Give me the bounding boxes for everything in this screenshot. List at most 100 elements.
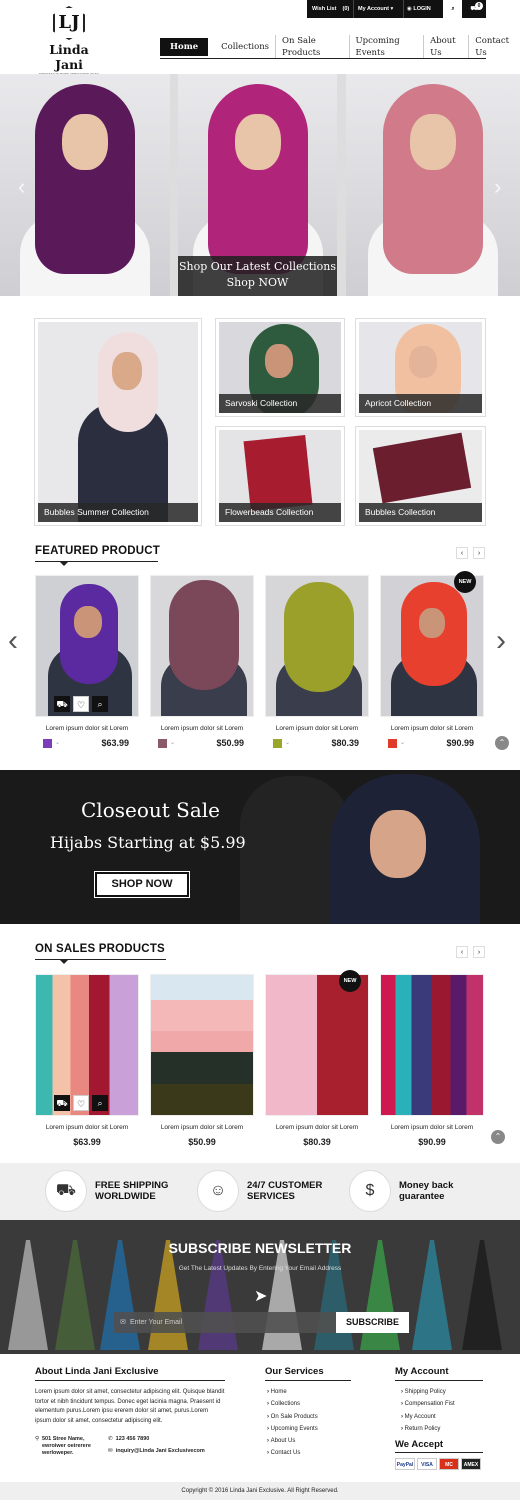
- section-underline: [35, 561, 158, 562]
- collection-image: [38, 322, 198, 522]
- chevron-right-icon[interactable]: ›: [496, 624, 506, 658]
- services-title: Our Services: [265, 1366, 324, 1377]
- accept-title: We Accept: [395, 1439, 444, 1450]
- nav-contact[interactable]: Contact Us: [468, 35, 520, 59]
- email-block[interactable]: ✉ inquiry@Linda Jani Exclusivecom: [108, 1448, 205, 1455]
- nav-collections[interactable]: Collections: [215, 41, 275, 53]
- product-name[interactable]: Lorem ipsum dolor sit Lorem: [265, 1124, 369, 1131]
- footer-link-home[interactable]: Home: [267, 1386, 318, 1398]
- product-card[interactable]: NEW Lorem ipsum dolor sit Lorem $80.39: [265, 970, 369, 1147]
- product-name[interactable]: Lorem ipsum dolor sit Lorem: [265, 725, 369, 732]
- shop-now-button[interactable]: SHOP NOW: [94, 871, 190, 898]
- footer-link-collections[interactable]: Collections: [267, 1398, 318, 1410]
- feature-line2: SERVICES: [247, 1191, 295, 1202]
- color-swatch[interactable]: [273, 739, 282, 748]
- logo-mark: LJ: [53, 6, 85, 40]
- color-swatch[interactable]: [158, 739, 167, 748]
- chevron-down-icon[interactable]: ⌄: [285, 739, 290, 746]
- nav-upcoming-events[interactable]: Upcoming Events: [348, 35, 424, 59]
- product-name[interactable]: Lorem ipsum dolor sit Lorem: [35, 1124, 139, 1131]
- footer-link-upcoming[interactable]: Upcoming Events: [267, 1423, 318, 1435]
- footer-link-compensation[interactable]: Compensation Fist: [401, 1398, 455, 1410]
- next-arrow-button[interactable]: ›: [473, 946, 485, 958]
- cart-count-badge: 0: [475, 2, 483, 10]
- product-name[interactable]: Lorem ipsum dolor sit Lorem: [35, 725, 139, 732]
- next-arrow-button[interactable]: ›: [473, 547, 485, 559]
- nav-about[interactable]: About Us: [423, 35, 468, 59]
- cart-icon[interactable]: ⛟: [54, 696, 70, 712]
- footer-link-return[interactable]: Return Policy: [401, 1423, 455, 1435]
- product-name[interactable]: Lorem ipsum dolor sit Lorem: [380, 725, 484, 732]
- color-swatch[interactable]: [388, 739, 397, 748]
- cart-button[interactable]: ⛟ 0: [462, 0, 486, 18]
- location-pin-icon: ⚲: [35, 1436, 40, 1442]
- prev-arrow-button[interactable]: ‹: [456, 946, 468, 958]
- chevron-down-icon[interactable]: ⌄: [400, 739, 405, 746]
- chevron-left-icon[interactable]: ‹: [18, 174, 25, 200]
- product-card[interactable]: Lorem ipsum dolor sit Lorem $90.99: [380, 974, 484, 1147]
- copyright: Copyright © 2016 Linda Jani Exclusive. A…: [0, 1482, 520, 1500]
- product-name[interactable]: Lorem ipsum dolor sit Lorem: [380, 1124, 484, 1131]
- prev-arrow-button[interactable]: ‹: [456, 547, 468, 559]
- product-name[interactable]: Lorem ipsum dolor sit Lorem: [150, 725, 254, 732]
- heart-icon[interactable]: ♡: [73, 696, 89, 712]
- product-name[interactable]: Lorem ipsum dolor sit Lorem: [150, 1124, 254, 1131]
- search-icon[interactable]: ⌕: [92, 1095, 108, 1111]
- account-links: Shipping Policy Compensation Fist My Acc…: [401, 1386, 455, 1435]
- product-card[interactable]: NEW Lorem ipsum dolor sit Lorem ⌄ $90.99: [380, 571, 484, 748]
- email-placeholder: Enter Your Email: [130, 1319, 183, 1326]
- collection-tile[interactable]: Bubbles Collection: [355, 426, 486, 526]
- collection-tile[interactable]: Sarvoski Collection: [215, 318, 345, 417]
- nav-home[interactable]: Home: [160, 38, 209, 56]
- hero-caption[interactable]: Shop Our Latest Collections Shop NOW: [178, 256, 337, 296]
- account-dropdown[interactable]: My Account ▾: [353, 0, 403, 18]
- email-input[interactable]: ✉ Enter Your Email: [114, 1312, 336, 1333]
- footer-link-my-account[interactable]: My Account: [401, 1411, 455, 1423]
- nav-on-sale[interactable]: On Sale Products: [275, 35, 348, 59]
- product-card[interactable]: Lorem ipsum dolor sit Lorem ⌄ $80.39: [265, 575, 369, 748]
- product-card[interactable]: ⛟ ♡ ⌕ Lorem ipsum dolor sit Lorem $63.99: [35, 974, 139, 1147]
- cart-icon[interactable]: ⛟: [54, 1095, 70, 1111]
- product-card[interactable]: Lorem ipsum dolor sit Lorem $50.99: [150, 974, 254, 1147]
- chevron-left-icon[interactable]: ‹: [8, 624, 18, 658]
- section-underline-pointer: [60, 960, 68, 964]
- services-links: Home Collections On Sale Products Upcomi…: [267, 1386, 318, 1460]
- chevron-down-icon[interactable]: ⌄: [55, 739, 60, 746]
- about-text: Lorem ipsum dolor sit amet, consectetur …: [35, 1389, 225, 1424]
- feature-item: ☺ 24/7 CUSTOMER SERVICES: [197, 1170, 322, 1212]
- color-swatch[interactable]: [43, 739, 52, 748]
- footer-link-on-sale[interactable]: On Sale Products: [267, 1411, 318, 1423]
- feature-item: ⛟ FREE SHIPPING WORLDWIDE: [45, 1170, 168, 1212]
- address-block: ⚲ 501 Stree Name, ewroiwer oeirerere wer…: [35, 1436, 100, 1457]
- banner-title: Closeout Sale: [81, 798, 221, 822]
- subscribe-button[interactable]: SUBSCRIBE: [336, 1312, 409, 1333]
- footer-link-contact[interactable]: Contact Us: [267, 1447, 318, 1459]
- search-icon[interactable]: ⌕: [92, 696, 108, 712]
- product-price: $80.39: [303, 1137, 331, 1147]
- collection-tile[interactable]: Apricot Collection: [355, 318, 486, 417]
- search-icon[interactable]: ⌕: [444, 0, 462, 18]
- login-button[interactable]: ◉ LOGIN: [403, 0, 443, 18]
- product-image: [265, 974, 369, 1116]
- logo[interactable]: LJ Linda Jani MODESTY IS MORE ATTRACTIVE…: [34, 6, 104, 80]
- product-image: [380, 974, 484, 1116]
- product-price: $90.99: [418, 1137, 446, 1147]
- chevron-right-icon[interactable]: ›: [494, 174, 501, 200]
- scroll-up-icon[interactable]: ⌃: [495, 736, 509, 750]
- collection-tile[interactable]: Flowerbeads Collection: [215, 426, 345, 526]
- footer-link-shipping[interactable]: Shipping Policy: [401, 1386, 455, 1398]
- mail-icon: ✉: [120, 1319, 126, 1326]
- scroll-up-icon[interactable]: ⌃: [491, 1130, 505, 1144]
- mastercard-icon: MC: [439, 1458, 459, 1470]
- visa-icon: VISA: [417, 1458, 437, 1470]
- footer-link-about[interactable]: About Us: [267, 1435, 318, 1447]
- email-text: inquiry@Linda Jani Exclusivecom: [115, 1448, 205, 1454]
- collection-tile[interactable]: Bubbles Summer Collection: [34, 318, 202, 526]
- wishlist-link[interactable]: Wish List (0): [307, 0, 353, 18]
- account-label: My Account: [358, 6, 389, 12]
- heart-icon[interactable]: ♡: [73, 1095, 89, 1111]
- product-card[interactable]: ⛟ ♡ ⌕ Lorem ipsum dolor sit Lorem ⌄ $63.…: [35, 575, 139, 748]
- product-card[interactable]: Lorem ipsum dolor sit Lorem ⌄ $50.99: [150, 575, 254, 748]
- chevron-down-icon[interactable]: ⌄: [170, 739, 175, 746]
- chevron-down-icon: ▾: [390, 6, 394, 12]
